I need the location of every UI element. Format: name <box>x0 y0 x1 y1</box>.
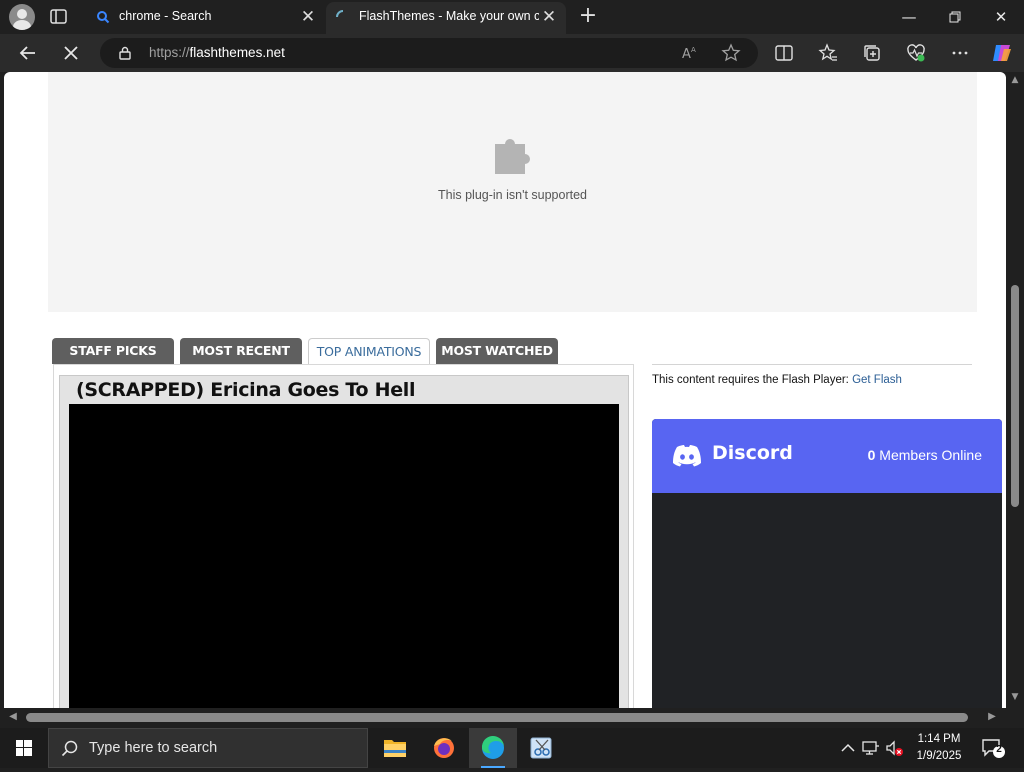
scroll-left-arrow-icon[interactable]: ◀ <box>7 711 19 723</box>
scroll-down-arrow-icon[interactable]: ▼ <box>1010 692 1020 702</box>
firefox-app[interactable] <box>420 728 468 768</box>
discord-wordmark: Discord <box>712 442 793 464</box>
windows-logo-icon <box>16 740 32 756</box>
lock-icon[interactable] <box>118 46 132 60</box>
snipping-tool-icon <box>530 737 552 759</box>
close-tab-icon[interactable]: ✕ <box>540 8 558 26</box>
svg-text:A: A <box>691 46 696 54</box>
vertical-scroll-thumb[interactable] <box>1011 285 1019 507</box>
folder-icon <box>384 740 406 757</box>
puzzle-piece-icon <box>495 139 530 174</box>
tab-actions-icon[interactable] <box>48 7 70 27</box>
tab-title: FlashThemes - Make your own ca <box>359 9 539 23</box>
plugin-unsupported-message: This plug-in isn't supported <box>438 188 587 202</box>
taskbar: Type here to search 1:14 PM 1/9/2025 2 <box>0 728 1024 768</box>
clock-date: 1/9/2025 <box>916 750 962 762</box>
profile-avatar[interactable] <box>9 4 35 30</box>
loading-spinner-icon <box>336 10 344 18</box>
vertical-scrollbar[interactable]: ▲ ▼ <box>1006 72 1024 708</box>
notification-center-button[interactable]: 2 <box>980 737 1006 759</box>
tab-most-watched[interactable]: MOST WATCHED <box>436 338 558 364</box>
discord-logo-icon[interactable] <box>671 444 703 468</box>
address-bar[interactable]: https://flashthemes.net AA <box>100 38 758 68</box>
scroll-right-arrow-icon[interactable]: ▶ <box>986 711 998 723</box>
tab-staff-picks[interactable]: STAFF PICKS <box>52 338 174 364</box>
browser-tab-search[interactable]: chrome - Search ✕ <box>86 2 325 34</box>
favorites-icon[interactable] <box>818 43 838 63</box>
search-favicon <box>97 11 110 24</box>
tab-top-animations[interactable]: TOP ANIMATIONS <box>308 338 430 365</box>
browser-tab-flashthemes[interactable]: FlashThemes - Make your own ca ✕ <box>326 2 566 34</box>
volume-muted-icon[interactable] <box>884 738 904 758</box>
search-placeholder: Type here to search <box>89 740 218 756</box>
clock-time: 1:14 PM <box>917 733 961 745</box>
more-options-icon[interactable] <box>950 43 970 63</box>
edge-icon <box>481 735 504 759</box>
animation-title[interactable]: (SCRAPPED) Ericina Goes To Hell <box>76 379 416 401</box>
url-text[interactable]: https://flashthemes.net <box>149 45 285 60</box>
taskbar-search-box[interactable]: Type here to search <box>48 728 368 768</box>
video-player[interactable] <box>69 404 619 708</box>
scroll-up-arrow-icon[interactable]: ▲ <box>1010 75 1020 85</box>
discord-widget: Discord 0 Members Online <box>652 419 1002 708</box>
firefox-icon <box>434 738 454 758</box>
split-screen-icon[interactable] <box>774 43 794 63</box>
chevron-up-icon[interactable] <box>838 738 858 758</box>
scrollbar-corner <box>1006 708 1024 728</box>
get-flash-link[interactable]: Get Flash <box>852 374 902 386</box>
search-icon <box>61 740 78 757</box>
divider <box>652 364 972 365</box>
collections-icon[interactable] <box>862 43 882 63</box>
notification-count: 2 <box>996 744 1002 755</box>
flash-plugin-placeholder: This plug-in isn't supported <box>48 72 977 312</box>
discord-header: Discord 0 Members Online <box>652 419 1002 493</box>
flash-required-note: This content requires the Flash Player: … <box>652 374 902 386</box>
browser-essentials-icon[interactable] <box>906 43 926 63</box>
animation-panel: (SCRAPPED) Ericina Goes To Hell <box>53 364 634 708</box>
copilot-icon[interactable] <box>990 41 1014 65</box>
minimize-button[interactable]: — <box>887 4 931 30</box>
browser-toolbar: https://flashthemes.net AA <box>0 34 1024 72</box>
system-clock[interactable]: 1:14 PM 1/9/2025 <box>908 731 970 765</box>
horizontal-scrollbar[interactable]: ◀ ▶ <box>0 708 1006 728</box>
members-online: 0 Members Online <box>867 447 982 463</box>
close-window-button[interactable]: ✕ <box>979 4 1023 30</box>
file-explorer-app[interactable] <box>371 728 419 768</box>
title-bar: chrome - Search ✕ FlashThemes - Make you… <box>0 0 1024 34</box>
start-button[interactable] <box>0 728 48 768</box>
restore-button[interactable] <box>933 4 977 30</box>
favorite-star-icon[interactable] <box>721 43 741 63</box>
back-arrow-icon[interactable] <box>15 40 41 66</box>
new-tab-button[interactable]: + <box>577 5 599 27</box>
svg-text:A: A <box>682 47 691 62</box>
stop-loading-icon[interactable] <box>58 40 84 66</box>
close-tab-icon[interactable]: ✕ <box>299 8 317 26</box>
animation-card: (SCRAPPED) Ericina Goes To Hell <box>59 375 629 708</box>
network-icon[interactable] <box>861 738 881 758</box>
snipping-tool-app[interactable] <box>518 728 566 768</box>
page-viewport: This plug-in isn't supported STAFF PICKS… <box>4 72 1006 708</box>
tab-most-recent[interactable]: MOST RECENT <box>180 338 302 364</box>
read-aloud-icon[interactable]: AA <box>680 43 700 63</box>
tab-title: chrome - Search <box>119 9 212 23</box>
edge-app[interactable] <box>469 728 517 768</box>
horizontal-scroll-thumb[interactable] <box>26 713 968 722</box>
